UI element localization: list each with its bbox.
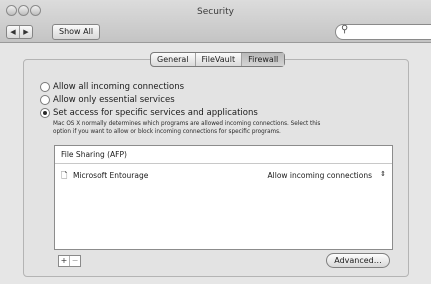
radio-button-selected[interactable]: [40, 108, 50, 118]
tab-filevault[interactable]: FileVault: [194, 53, 242, 66]
back-button[interactable]: ◀: [7, 26, 19, 38]
tab-general[interactable]: General: [151, 53, 195, 66]
radio-button[interactable]: [40, 95, 50, 105]
application-icon: 🗋: [61, 171, 68, 180]
radio-allow-all[interactable]: Allow all incoming connections: [40, 82, 184, 92]
add-remove-buttons: + −: [58, 255, 81, 267]
radio-label: Set access for specific services and app…: [53, 108, 258, 118]
radio-essential-only[interactable]: Allow only essential services: [40, 95, 175, 105]
radio-button[interactable]: [40, 82, 50, 92]
radio-specific-access[interactable]: Set access for specific services and app…: [40, 108, 258, 118]
radio-label: Allow only essential services: [53, 95, 175, 105]
firewall-description: Mac OS X normally determines which progr…: [53, 120, 353, 136]
list-item-label: File Sharing (AFP): [61, 150, 127, 159]
list-item[interactable]: File Sharing (AFP): [55, 146, 392, 164]
window-title: Security: [197, 7, 234, 17]
add-button[interactable]: +: [59, 256, 69, 266]
remove-button[interactable]: −: [69, 256, 80, 266]
preference-tabs: General FileVault Firewall: [150, 52, 286, 67]
advanced-button[interactable]: Advanced…: [326, 253, 390, 268]
navigation-buttons: ◀ ▶: [6, 25, 33, 39]
search-field[interactable]: ⚲: [335, 24, 431, 40]
description-line: Mac OS X normally determines which progr…: [53, 121, 321, 127]
search-icon: ⚲: [341, 24, 349, 35]
radio-label: Allow all incoming connections: [53, 82, 185, 92]
forward-button[interactable]: ▶: [19, 26, 32, 38]
security-window: Security ◀ ▶ Show All ⚲ General FileVaul…: [0, 0, 431, 284]
show-all-button[interactable]: Show All: [52, 24, 101, 40]
service-list[interactable]: File Sharing (AFP) 🗋 Microsoft Entourage…: [54, 145, 393, 250]
access-popup[interactable]: Allow incoming connections: [268, 171, 372, 180]
tab-firewall[interactable]: Firewall: [241, 53, 285, 66]
application-name: Microsoft Entourage: [73, 171, 149, 180]
popup-stepper-icon[interactable]: ⇕: [380, 170, 386, 178]
title-bar: Security ◀ ▶ Show All ⚲: [0, 0, 431, 43]
description-line: option if you want to allow or block inc…: [53, 129, 281, 135]
list-item[interactable]: 🗋 Microsoft Entourage Allow incoming con…: [55, 168, 392, 182]
